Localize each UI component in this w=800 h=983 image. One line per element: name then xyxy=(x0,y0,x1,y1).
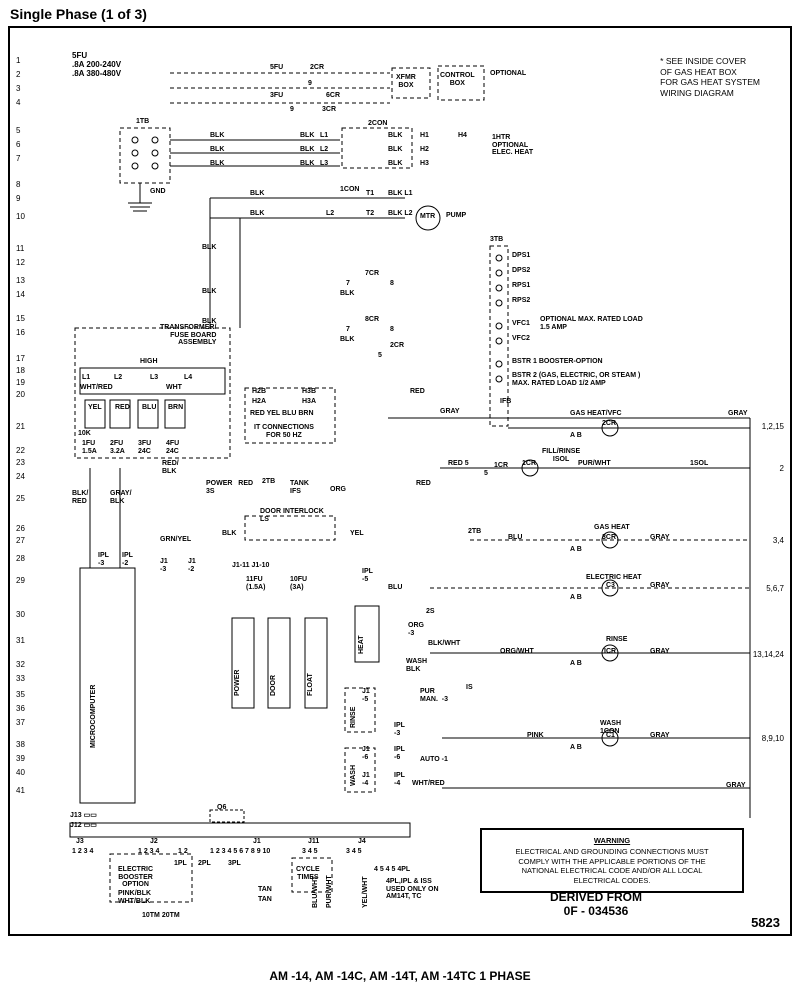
diagram-frame: 12 34 56 78 910 1112 1314 1516 1718 1920… xyxy=(8,26,792,936)
see-note: * SEE INSIDE COVER OF GAS HEAT BOX FOR G… xyxy=(660,56,760,99)
tc-note: 4PL,IPL & ISS USED ONLY ON AM14T, TC xyxy=(386,878,439,901)
tb1-label: 1TB xyxy=(136,118,149,126)
control-box: CONTROL BOX xyxy=(440,72,475,87)
derived-from: DERIVED FROM 0F - 034536 xyxy=(550,890,642,918)
microcomputer: MICROCOMPUTER xyxy=(90,685,98,748)
fu-rating: 5FU .8A 200-240V .8A 380-480V xyxy=(72,52,121,78)
page-title: Single Phase (1 of 3) xyxy=(10,6,147,22)
drawing-number: 5823 xyxy=(751,916,780,930)
footer-caption: AM -14, AM -14C, AM -14T, AM -14TC 1 PHA… xyxy=(0,969,800,983)
xfmr-box: XFMR BOX xyxy=(396,74,416,89)
optional-note-top: OPTIONAL xyxy=(490,70,526,78)
warning-box: WARNING ELECTRICAL AND GROUNDING CONNECT… xyxy=(480,828,744,893)
mtr: MTR xyxy=(420,213,435,221)
gnd-label: GND xyxy=(150,188,166,196)
pump-label: PUMP xyxy=(446,212,466,220)
